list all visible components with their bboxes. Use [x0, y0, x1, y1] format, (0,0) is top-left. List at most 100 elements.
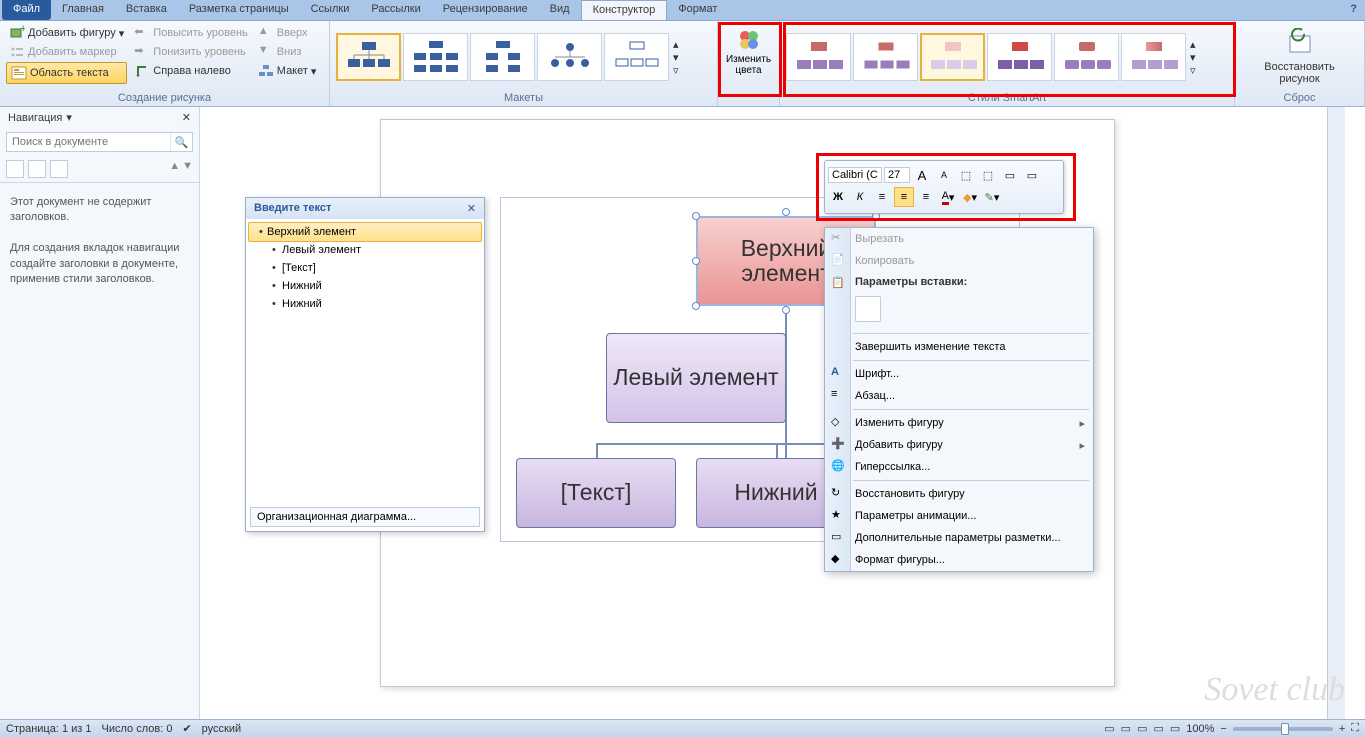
te-item-0[interactable]: Верхний элемент	[248, 222, 482, 242]
selection-handle[interactable]	[692, 212, 700, 220]
layout-option-4[interactable]	[537, 33, 602, 81]
ctx-paragraph[interactable]: ≡Абзац...	[825, 385, 1093, 407]
view-draft-icon[interactable]: ▭	[1170, 722, 1180, 735]
nav-search[interactable]: 🔍	[6, 132, 193, 152]
te-item-4[interactable]: Нижний	[246, 295, 484, 313]
ctx-add-shape[interactable]: ➕Добавить фигуру▸	[825, 434, 1093, 456]
rtl-button[interactable]: Справа налево	[131, 62, 251, 80]
ctx-animation[interactable]: ★Параметры анимации...	[825, 505, 1093, 527]
selection-handle[interactable]	[692, 257, 700, 265]
tab-home[interactable]: Главная	[51, 0, 115, 20]
zoom-slider[interactable]	[1233, 727, 1333, 731]
selection-handle[interactable]	[782, 208, 790, 216]
style-option-6[interactable]	[1121, 33, 1186, 81]
view-web-icon[interactable]: ▭	[1137, 722, 1147, 735]
align-center-icon[interactable]: ≡	[894, 187, 914, 207]
paste-option-1[interactable]	[855, 296, 881, 322]
view-print-icon[interactable]: ▭	[1104, 722, 1114, 735]
layout-option-3[interactable]	[470, 33, 535, 81]
font-name-input[interactable]	[828, 167, 882, 183]
nav-view-pages[interactable]	[28, 160, 46, 178]
zoom-level[interactable]: 100%	[1186, 723, 1214, 735]
ctx-change-shape[interactable]: ◇Изменить фигуру▸	[825, 412, 1093, 434]
add-bullet-button[interactable]: Добавить маркер	[6, 43, 127, 61]
tab-references[interactable]: Ссылки	[300, 0, 361, 20]
change-colors-button[interactable]: Изменить цвета	[720, 24, 777, 78]
tab-insert[interactable]: Вставка	[115, 0, 178, 20]
zoom-out-icon[interactable]: −	[1220, 723, 1226, 735]
layout-dropdown[interactable]: Макет ▾	[255, 62, 320, 80]
add-shape-button[interactable]: +Добавить фигуру ▾	[6, 24, 127, 42]
te-item-3[interactable]: Нижний	[246, 277, 484, 295]
nav-prev-icon[interactable]: ▲	[169, 160, 180, 178]
ctx-copy[interactable]: 📄Копировать	[825, 250, 1093, 272]
tab-file[interactable]: Файл	[2, 0, 51, 20]
vertical-scrollbar[interactable]	[1327, 107, 1345, 719]
shape-fill-icon[interactable]: ◆▾	[960, 187, 980, 207]
view-read-icon[interactable]: ▭	[1121, 722, 1131, 735]
bring-forward-icon[interactable]: ▭	[1000, 165, 1020, 185]
shape-outline-icon[interactable]: ✎▾	[982, 187, 1002, 207]
status-page[interactable]: Страница: 1 из 1	[6, 723, 92, 735]
style-option-4[interactable]	[987, 33, 1052, 81]
move-up-button[interactable]: ▲Вверх	[255, 24, 320, 42]
demote-button[interactable]: ➡Понизить уровень	[131, 43, 251, 61]
change-case-icon[interactable]: ⬚	[956, 165, 976, 185]
style-gallery-down[interactable]: ▾	[1188, 51, 1198, 64]
reset-button[interactable]: Восстановить рисунок	[1260, 60, 1340, 86]
ctx-cut[interactable]: ✂Вырезать	[825, 228, 1093, 250]
font-size-input[interactable]	[884, 167, 910, 183]
layout-gallery-down[interactable]: ▾	[671, 51, 681, 64]
tab-review[interactable]: Рецензирование	[432, 0, 539, 20]
help-icon[interactable]: ?	[1342, 0, 1365, 20]
style-option-5[interactable]	[1054, 33, 1119, 81]
grow-font-icon[interactable]: A	[912, 165, 932, 185]
style-gallery-more[interactable]: ▿	[1188, 64, 1198, 77]
move-down-button[interactable]: ▼Вниз	[255, 43, 320, 61]
ctx-layout-extra[interactable]: ▭Дополнительные параметры разметки...	[825, 527, 1093, 549]
selection-handle[interactable]	[692, 302, 700, 310]
fullscreen-icon[interactable]: ⛶	[1351, 722, 1359, 735]
format-painter-icon[interactable]: ⬚	[978, 165, 998, 185]
nav-dropdown-icon[interactable]: ▾	[66, 111, 72, 124]
status-words[interactable]: Число слов: 0	[102, 723, 173, 735]
tab-mailings[interactable]: Рассылки	[360, 0, 431, 20]
text-pane-button[interactable]: Область текста	[6, 62, 127, 84]
nav-view-headings[interactable]	[6, 160, 24, 178]
align-right-icon[interactable]: ≡	[916, 187, 936, 207]
selection-handle[interactable]	[782, 306, 790, 314]
nav-close-icon[interactable]: ✕	[182, 111, 191, 124]
tab-design[interactable]: Конструктор	[581, 0, 668, 20]
ctx-hyperlink[interactable]: 🌐Гиперссылка...	[825, 456, 1093, 478]
layout-option-1[interactable]	[336, 33, 401, 81]
ctx-format-shape[interactable]: ◆Формат фигуры...	[825, 549, 1093, 571]
ctx-restore-shape[interactable]: ↻Восстановить фигуру	[825, 483, 1093, 505]
style-option-1[interactable]	[786, 33, 851, 81]
bold-icon[interactable]: Ж	[828, 187, 848, 207]
shrink-font-icon[interactable]: A	[934, 165, 954, 185]
text-entry-footer[interactable]: Организационная диаграмма...	[250, 507, 480, 527]
zoom-in-icon[interactable]: +	[1339, 723, 1345, 735]
view-outline-icon[interactable]: ▭	[1153, 722, 1163, 735]
layout-option-2[interactable]	[403, 33, 468, 81]
tab-page-layout[interactable]: Разметка страницы	[178, 0, 300, 20]
smartart-node-left[interactable]: Левый элемент	[606, 333, 786, 423]
font-color-icon[interactable]: A▾	[938, 187, 958, 207]
status-spellcheck-icon[interactable]: ✔	[182, 722, 191, 735]
promote-button[interactable]: ⬅Повысить уровень	[131, 24, 251, 42]
nav-search-input[interactable]	[7, 133, 170, 151]
tab-view[interactable]: Вид	[539, 0, 581, 20]
style-option-2[interactable]	[853, 33, 918, 81]
send-backward-icon[interactable]: ▭	[1022, 165, 1042, 185]
te-item-2[interactable]: [Текст]	[246, 259, 484, 277]
smartart-node-b1[interactable]: [Текст]	[516, 458, 676, 528]
nav-next-icon[interactable]: ▼	[182, 160, 193, 178]
tab-format[interactable]: Формат	[667, 0, 728, 20]
style-option-3[interactable]	[920, 33, 985, 81]
status-language[interactable]: русский	[202, 723, 241, 735]
layout-option-5[interactable]	[604, 33, 669, 81]
layout-gallery-more[interactable]: ▿	[671, 64, 681, 77]
italic-icon[interactable]: К	[850, 187, 870, 207]
nav-view-results[interactable]	[50, 160, 68, 178]
layout-gallery-up[interactable]: ▴	[671, 38, 681, 51]
